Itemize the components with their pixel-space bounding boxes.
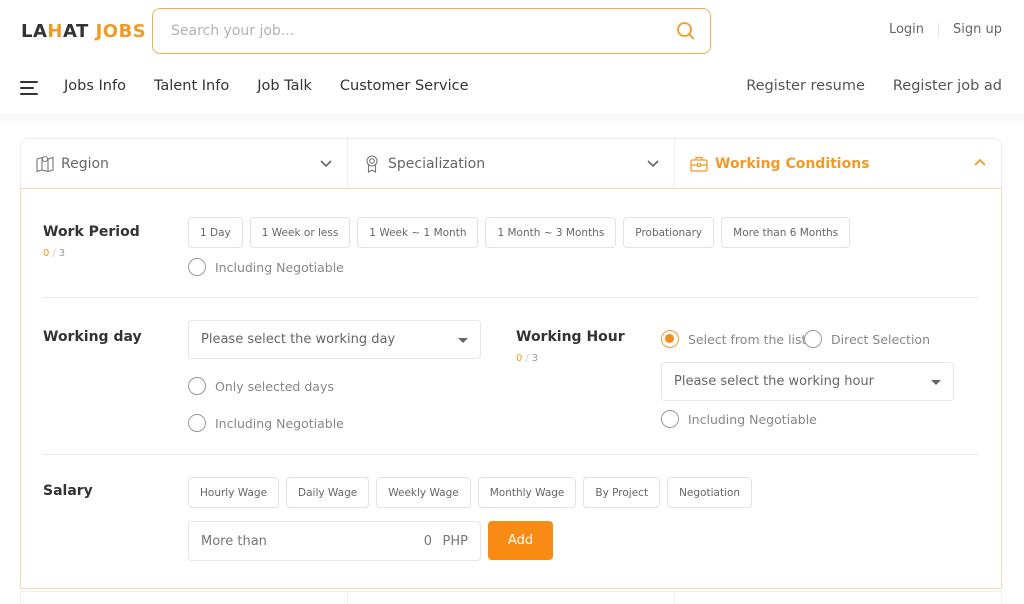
login-link[interactable]: Login [889,22,924,37]
header-divider [0,114,1024,124]
nav-job-talk[interactable]: Job Talk [257,78,312,94]
working-hour-negotiable-radio[interactable]: Including Negotiable [661,410,817,428]
logo-text-at: AT [62,21,89,42]
radio-label: Including Negotiable [215,259,344,275]
bottom-cell [21,592,347,604]
select-placeholder: Please select the working hour [674,374,875,389]
work-period-options: 1 Day 1 Week or less 1 Week ~ 1 Month 1 … [188,217,851,248]
nav-talent-info[interactable]: Talent Info [154,78,229,94]
count-current: 0 [516,353,523,364]
chevron-down-icon [320,160,332,168]
map-pin-icon [36,155,54,172]
award-icon [366,154,378,173]
working-day-select[interactable]: Please select the working day [188,320,481,359]
radio-circle-icon [188,377,206,395]
logo-text-jobs: JOBS [95,21,147,42]
logo-text-h: H [47,21,63,42]
radio-label: Including Negotiable [688,411,817,427]
nav-bar: Jobs Info Talent Info Job Talk Customer … [0,66,1024,112]
select-placeholder: Please select the working day [201,332,396,347]
work-period-negotiable-radio[interactable]: Including Negotiable [188,258,344,276]
bottom-filter-row [20,591,1002,604]
count-current: 0 [43,248,50,259]
radio-label: Direct Selection [831,331,931,347]
working-day-negotiable-radio[interactable]: Including Negotiable [188,414,344,432]
salary-label: Salary [43,483,93,499]
nav-register-job-ad[interactable]: Register job ad [893,78,1002,94]
filter-tab-working-conditions[interactable]: Working Conditions [674,139,1001,188]
filter-tab-label: Region [61,155,109,172]
search-box [152,8,711,54]
work-period-option[interactable]: Probationary [623,217,715,248]
radio-label: Including Negotiable [215,415,344,431]
chevron-down-icon [647,160,659,168]
working-hour-select[interactable]: Please select the working hour [661,362,954,401]
filter-tab-label: Specialization [388,155,486,172]
direct-selection-radio[interactable]: Direct Selection [804,330,930,348]
work-period-option[interactable]: 1 Month ~ 3 Months [485,217,617,248]
salary-amount-input[interactable] [312,533,432,549]
working-conditions-panel: Work Period 0/3 1 Day 1 Week or less 1 W… [20,188,1002,589]
caret-down-icon [458,338,468,343]
main-nav: Jobs Info Talent Info Job Talk Customer … [64,78,469,94]
work-period-count: 0/3 [43,248,66,259]
filter-tab-specialization[interactable]: Specialization [347,139,674,188]
salary-amount-field: More than PHP [188,521,481,561]
auth-divider [938,22,940,37]
menu-icon[interactable] [20,81,38,95]
radio-label: Only selected days [215,378,334,394]
radio-label: Select from the list [688,331,807,347]
secondary-nav: Register resume Register job ad [746,78,1002,94]
top-bar: LAHAT JOBS Login Sign up [0,0,1024,62]
signup-link[interactable]: Sign up [953,22,1002,37]
radio-circle-icon [804,330,822,348]
auth-links: Login Sign up [889,22,1002,37]
search-icon[interactable] [676,21,696,41]
salary-prefix: More than [201,533,267,549]
salary-type-option[interactable]: Daily Wage [286,477,370,508]
caret-down-icon [931,380,941,385]
work-period-option[interactable]: 1 Week or less [249,217,351,248]
salary-section: Salary Hourly Wage Daily Wage Weekly Wag… [43,455,979,585]
logo[interactable]: LAHAT JOBS [21,21,146,42]
radio-circle-icon [188,414,206,432]
nav-customer-service[interactable]: Customer Service [340,78,469,94]
add-salary-button[interactable]: Add [488,521,553,560]
briefcase-icon [690,156,708,172]
salary-type-option[interactable]: Monthly Wage [477,477,577,508]
work-period-section: Work Period 0/3 1 Day 1 Week or less 1 W… [43,189,979,299]
salary-type-options: Hourly Wage Daily Wage Weekly Wage Month… [188,477,753,508]
only-selected-days-radio[interactable]: Only selected days [188,377,334,395]
search-input[interactable] [171,20,651,42]
salary-currency: PHP [442,533,468,549]
salary-type-option[interactable]: Weekly Wage [376,477,471,508]
nav-jobs-info[interactable]: Jobs Info [64,78,126,94]
count-max: 3 [58,248,66,259]
nav-register-resume[interactable]: Register resume [746,78,865,94]
logo-text-la: LA [21,21,48,42]
radio-circle-icon [188,258,206,276]
salary-type-option[interactable]: Negotiation [667,477,753,508]
work-period-option[interactable]: 1 Week ~ 1 Month [357,217,479,248]
count-max: 3 [531,353,539,364]
salary-type-option[interactable]: By Project [583,477,661,508]
work-period-option[interactable]: More than 6 Months [721,217,851,248]
working-hour-label: Working Hour [516,329,625,345]
working-hour-count: 0/3 [516,353,539,364]
select-from-list-radio[interactable]: Select from the list [661,330,806,348]
work-period-label: Work Period [43,224,140,240]
working-day-label: Working day [43,329,142,345]
working-day-section: Working day Please select the working da… [43,298,979,455]
radio-selected-icon [661,330,679,348]
radio-circle-icon [661,410,679,428]
filter-tab-region[interactable]: Region [21,139,347,188]
chevron-up-icon [974,158,986,166]
bottom-cell [674,592,1001,604]
filter-tab-label: Working Conditions [715,155,870,172]
bottom-cell [347,592,674,604]
filter-tabs: Region Specialization Working Conditions [20,138,1002,188]
salary-type-option[interactable]: Hourly Wage [188,477,280,508]
work-period-option[interactable]: 1 Day [188,217,243,248]
